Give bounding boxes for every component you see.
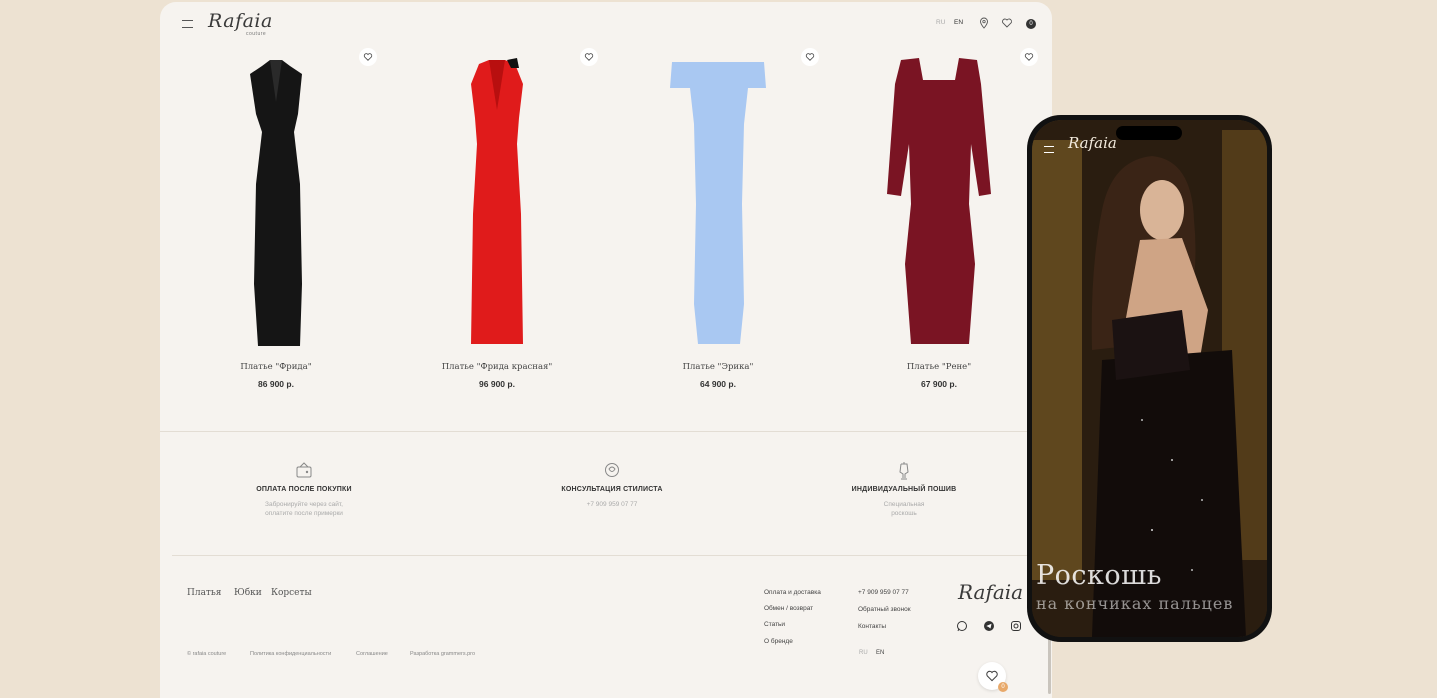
- product-price: 86 900 р.: [258, 379, 294, 389]
- product-price: 96 900 р.: [479, 379, 515, 389]
- footer-link-returns[interactable]: Обмен / возврат: [764, 605, 813, 612]
- product-name[interactable]: Платье "Рене": [829, 362, 1049, 372]
- instagram-icon[interactable]: [1010, 620, 1022, 632]
- feature-title: ОПЛАТА ПОСЛЕ ПОКУПКИ: [256, 486, 352, 493]
- footer-phone[interactable]: +7 909 959 07 77: [858, 589, 909, 596]
- stylist-icon: [605, 463, 619, 477]
- menu-icon[interactable]: [1044, 146, 1054, 153]
- copyright: © rafaia couture: [187, 651, 227, 657]
- product-name[interactable]: Платье "Эрика": [608, 362, 828, 372]
- footer-lang-en[interactable]: EN: [876, 650, 884, 656]
- hero-subline: на кончиках пальцев: [1036, 594, 1234, 613]
- hero-headline: Роскошь: [1036, 560, 1162, 591]
- footer-link-contacts[interactable]: Контакты: [858, 623, 886, 630]
- footer-link-delivery[interactable]: Оплата и доставка: [764, 589, 821, 596]
- product-price: 64 900 р.: [700, 379, 736, 389]
- developer-link[interactable]: Разработка grammers.pro: [410, 651, 475, 657]
- product-name[interactable]: Платье "Фрида красная": [387, 362, 607, 372]
- divider: [172, 555, 1034, 556]
- footer-link-callback[interactable]: Обратный звонок: [858, 606, 911, 613]
- mannequin-icon: [899, 462, 909, 480]
- footer-nav-dresses[interactable]: Платья: [187, 588, 222, 598]
- heart-icon: [986, 670, 998, 682]
- favorites-count-badge: 0: [998, 682, 1008, 692]
- heart-icon[interactable]: [1001, 17, 1013, 29]
- phone-notch: [1116, 126, 1182, 140]
- phone-mockup: Rafaia Роскошь на кончиках пальцев: [1027, 115, 1272, 642]
- product-card[interactable]: Платье "Рене" 67 900 р.: [829, 46, 1049, 406]
- product-name[interactable]: Платье "Фрида": [166, 362, 386, 372]
- lang-en[interactable]: EN: [954, 19, 963, 26]
- feature-subtitle: Забронируйте через сайт, оплатите после …: [265, 501, 343, 517]
- logo[interactable]: Rafaia couture: [208, 10, 273, 37]
- telegram-icon[interactable]: [983, 620, 995, 632]
- wallet-icon: [296, 462, 312, 478]
- cart-icon[interactable]: 0: [1026, 19, 1036, 29]
- footer-logo[interactable]: Rafaia: [958, 580, 1023, 604]
- footer-lang-ru[interactable]: RU: [859, 650, 868, 656]
- product-card[interactable]: Платье "Эрика" 64 900 р.: [608, 46, 828, 406]
- feature-payment: ОПЛАТА ПОСЛЕ ПОКУПКИ Забронируйте через …: [184, 460, 424, 518]
- dress-image[interactable]: [166, 54, 386, 354]
- header: Rafaia couture RU EN 0: [160, 2, 1052, 46]
- footer-link-about[interactable]: О бренде: [764, 638, 793, 645]
- feature-subtitle[interactable]: +7 909 959 07 77: [492, 500, 732, 509]
- feature-subtitle: Специальная роскошь: [883, 501, 925, 517]
- dress-image[interactable]: [387, 54, 607, 354]
- dress-image[interactable]: [829, 54, 1049, 354]
- privacy-policy-link[interactable]: Политика конфиденциальности: [250, 651, 331, 657]
- location-icon[interactable]: [978, 17, 990, 29]
- agreement-link[interactable]: Соглашение: [356, 651, 388, 657]
- dress-image[interactable]: [608, 54, 828, 354]
- logo-subtitle: couture: [246, 31, 267, 37]
- menu-icon[interactable]: [182, 20, 193, 28]
- feature-stylist: КОНСУЛЬТАЦИЯ СТИЛИСТА +7 909 959 07 77: [492, 460, 732, 509]
- feature-tailoring: ИНДИВИДУАЛЬНЫЙ ПОШИВ Специальная роскошь: [784, 460, 1024, 518]
- feature-title: ИНДИВИДУАЛЬНЫЙ ПОШИВ: [851, 486, 957, 493]
- product-price: 67 900 р.: [921, 379, 957, 389]
- phone-logo[interactable]: Rafaia: [1068, 134, 1117, 152]
- divider: [160, 431, 1052, 432]
- phone-screen: Rafaia Роскошь на кончиках пальцев: [1032, 120, 1267, 637]
- logo-text: Rafaia: [208, 10, 273, 32]
- feature-title: КОНСУЛЬТАЦИЯ СТИЛИСТА: [561, 486, 663, 493]
- whatsapp-icon[interactable]: [956, 620, 968, 632]
- product-card[interactable]: Платье "Фрида" 86 900 р.: [166, 46, 386, 406]
- product-card[interactable]: Платье "Фрида красная" 96 900 р.: [387, 46, 607, 406]
- footer-nav-corsets[interactable]: Корсеты: [271, 588, 312, 598]
- footer-nav-skirts[interactable]: Юбки: [234, 588, 262, 598]
- desktop-page: Rafaia couture RU EN 0 Платье "Фрида" 86…: [160, 2, 1052, 698]
- footer-link-articles[interactable]: Статьи: [764, 621, 785, 628]
- lang-ru[interactable]: RU: [936, 19, 945, 26]
